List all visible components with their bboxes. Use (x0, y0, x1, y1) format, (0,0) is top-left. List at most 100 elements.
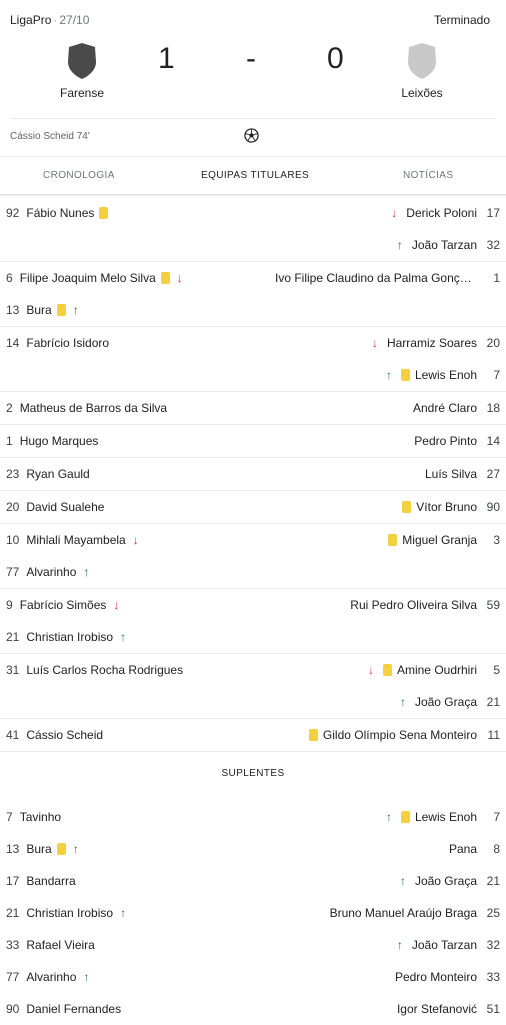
home-team[interactable]: Farense (42, 42, 122, 100)
away-player[interactable]: Pedro Monteiro 33 (395, 961, 500, 993)
player-name[interactable]: Christian Irobiso (26, 630, 113, 644)
home-player[interactable]: 14 Fabrício Isidoro (6, 327, 109, 359)
home-player[interactable]: 33 Rafael Vieira (6, 929, 95, 961)
home-player[interactable]: 90 Daniel Fernandes (6, 993, 121, 1025)
player-name[interactable]: Cássio Scheid (26, 728, 103, 742)
player-name[interactable]: David Sualehe (26, 500, 104, 514)
away-player[interactable]: Pana 8 (449, 833, 500, 865)
player-name[interactable]: Lewis Enoh (415, 368, 477, 382)
goal-scorer: Cássio Scheid 74' (10, 131, 90, 142)
away-player[interactable]: Luís Silva 27 (425, 458, 500, 490)
player-name[interactable]: João Tarzan (412, 238, 477, 252)
home-player[interactable]: 2 Matheus de Barros da Silva (6, 392, 167, 424)
player-name[interactable]: Vítor Bruno (416, 500, 477, 514)
home-player[interactable]: 21 Christian Irobiso ↑ (6, 897, 126, 929)
away-player[interactable]: Miguel Granja 3 (388, 524, 500, 556)
player-name[interactable]: Fabrício Simões (20, 598, 107, 612)
player-name[interactable]: Rafael Vieira (26, 938, 94, 952)
player-name[interactable]: Bandarra (26, 874, 75, 888)
lineup-position-group: 9 Fabrício Simões ↓ Rui Pedro Oliveira Silv… (0, 589, 506, 654)
player-name[interactable]: Harramiz Soares (387, 336, 477, 350)
lineup-row: 77 Alvarinho ↑ (0, 556, 506, 588)
away-player[interactable]: Rui Pedro Oliveira Silva 59 (350, 589, 500, 621)
player-name[interactable]: Bura (26, 842, 51, 856)
away-player[interactable]: ↓ Amine Oudrhiri 5 (368, 654, 500, 686)
player-name[interactable]: João Graça (415, 695, 477, 709)
away-player[interactable]: Bruno Manuel Araújo Braga 25 (330, 897, 500, 929)
home-player[interactable]: 77 Alvarinho ↑ (6, 961, 89, 993)
player-name[interactable]: Daniel Fernandes (26, 1002, 121, 1016)
away-player[interactable]: ↑ João Tarzan 32 (397, 929, 500, 961)
player-name[interactable]: Pana (449, 842, 477, 856)
away-player[interactable]: ↑ João Tarzan 32 (397, 229, 500, 261)
player-name[interactable]: Lewis Enoh (415, 810, 477, 824)
away-player[interactable]: ↑ João Graça 21 (400, 686, 500, 718)
home-team-name[interactable]: Farense (42, 86, 122, 100)
away-player[interactable]: André Claro 18 (413, 392, 500, 424)
player-name[interactable]: Mihlali Mayambela (26, 533, 125, 547)
home-player[interactable]: 17 Bandarra (6, 865, 76, 897)
player-name[interactable]: Pedro Pinto (414, 434, 477, 448)
player-name[interactable]: Ivo Filipe Claudino da Palma Gonçalves (275, 271, 477, 285)
home-player[interactable]: 10 Mihlali Mayambela ↓ (6, 524, 139, 556)
home-player[interactable]: 77 Alvarinho ↑ (6, 556, 89, 588)
player-name[interactable]: Christian Irobiso (26, 906, 113, 920)
away-player[interactable]: Pedro Pinto 14 (414, 425, 500, 457)
away-player[interactable]: ↑ Lewis Enoh 7 (386, 801, 500, 833)
tab-noticias[interactable]: NOTÍCIAS (403, 170, 453, 181)
player-name[interactable]: Amine Oudrhiri (397, 663, 477, 677)
player-name[interactable]: João Tarzan (412, 938, 477, 952)
player-name[interactable]: Alvarinho (26, 565, 76, 579)
player-name[interactable]: Fábio Nunes (26, 206, 94, 220)
shirt-number: 32 (486, 938, 500, 952)
player-name[interactable]: Gildo Olímpio Sena Monteiro (323, 728, 477, 742)
away-player[interactable]: Gildo Olímpio Sena Monteiro 11 (308, 719, 500, 751)
player-name[interactable]: Fabrício Isidoro (26, 336, 109, 350)
player-name[interactable]: Bruno Manuel Araújo Braga (330, 906, 477, 920)
away-player[interactable]: ↓ Derick Poloni 17 (391, 197, 500, 229)
player-name[interactable]: Tavinho (20, 810, 61, 824)
player-name[interactable]: Miguel Granja (402, 533, 477, 547)
player-name[interactable]: Hugo Marques (20, 434, 99, 448)
shirt-number: 21 (6, 630, 20, 644)
player-name[interactable]: Ryan Gauld (26, 467, 89, 481)
player-name[interactable]: João Graça (415, 874, 477, 888)
player-name[interactable]: Bura (26, 303, 51, 317)
home-player[interactable]: 6 Filipe Joaquim Melo Silva ↓ (6, 262, 183, 294)
away-player[interactable]: ↑ Lewis Enoh 7 (386, 359, 500, 391)
player-name[interactable]: Filipe Joaquim Melo Silva (20, 271, 156, 285)
player-name[interactable]: André Claro (413, 401, 477, 415)
competition-label[interactable]: LigaPro · 27/10 (10, 13, 89, 27)
home-player[interactable]: 41 Cássio Scheid (6, 719, 103, 751)
shirt-number: 21 (486, 695, 500, 709)
away-player[interactable]: Igor Stefanović 51 (397, 993, 500, 1025)
player-name[interactable]: Luís Carlos Rocha Rodrigues (26, 663, 183, 677)
player-name[interactable]: Alvarinho (26, 970, 76, 984)
away-player[interactable]: Ivo Filipe Claudino da Palma Gonçalves 1 (275, 262, 500, 294)
sub-in-arrow-icon: ↑ (396, 238, 403, 252)
player-name[interactable]: Igor Stefanović (397, 1002, 477, 1016)
away-team[interactable]: Leixões (382, 42, 462, 100)
home-player[interactable]: 20 David Sualehe (6, 491, 104, 523)
player-name[interactable]: Pedro Monteiro (395, 970, 477, 984)
home-player[interactable]: 13 Bura ↑ (6, 833, 79, 865)
player-name[interactable]: Matheus de Barros da Silva (20, 401, 167, 415)
tab-equipas-titulares[interactable]: EQUIPAS TITULARES (201, 170, 309, 181)
home-player[interactable]: 92 Fábio Nunes (6, 197, 109, 229)
competition-name[interactable]: LigaPro (10, 13, 51, 27)
home-player[interactable]: 31 Luís Carlos Rocha Rodrigues (6, 654, 183, 686)
player-name[interactable]: Luís Silva (425, 467, 477, 481)
home-player[interactable]: 23 Ryan Gauld (6, 458, 90, 490)
player-name[interactable]: Rui Pedro Oliveira Silva (350, 598, 477, 612)
away-player[interactable]: ↓ Harramiz Soares 20 (372, 327, 500, 359)
home-player[interactable]: 9 Fabrício Simões ↓ (6, 589, 119, 621)
away-team-name[interactable]: Leixões (382, 86, 462, 100)
home-player[interactable]: 7 Tavinho (6, 801, 61, 833)
tab-cronologia[interactable]: CRONOLOGIA (43, 170, 115, 181)
away-player[interactable]: ↑ João Graça 21 (400, 865, 500, 897)
home-player[interactable]: 1 Hugo Marques (6, 425, 98, 457)
player-name[interactable]: Derick Poloni (406, 206, 477, 220)
home-player[interactable]: 21 Christian Irobiso ↑ (6, 621, 126, 653)
home-player[interactable]: 13 Bura ↑ (6, 294, 79, 326)
away-player[interactable]: Vítor Bruno 90 (402, 491, 500, 523)
